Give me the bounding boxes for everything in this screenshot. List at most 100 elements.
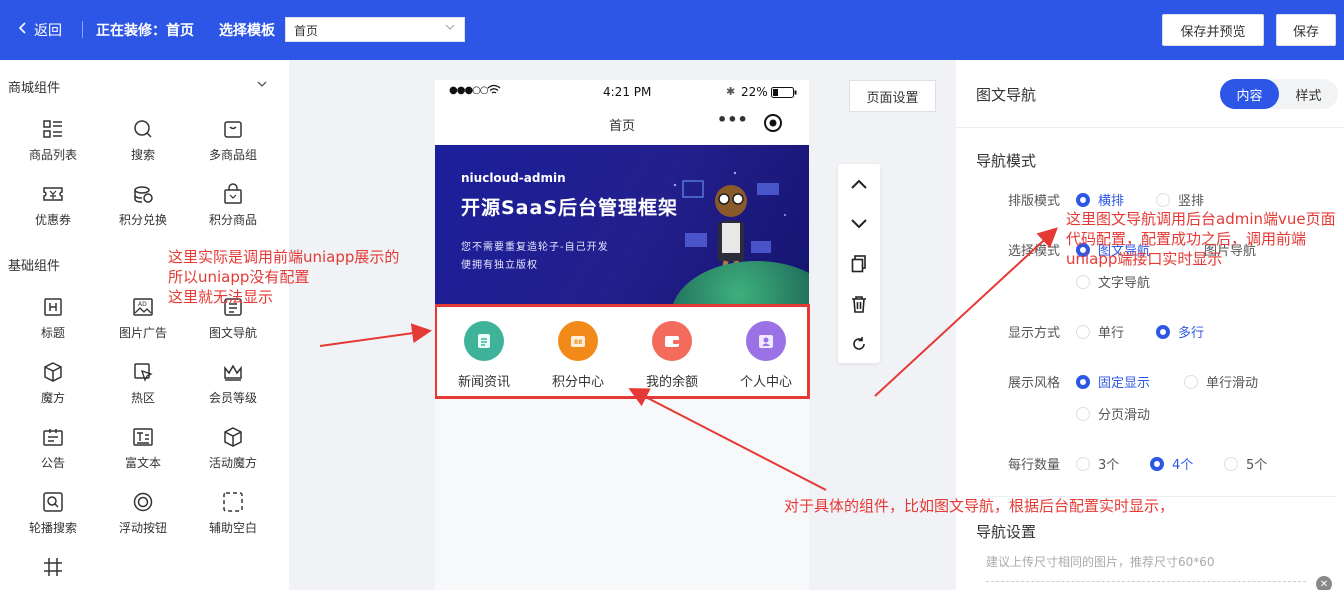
radio-text-nav[interactable]: 文字导航 xyxy=(1076,272,1150,291)
move-up-icon[interactable] xyxy=(838,164,880,204)
radio-dot xyxy=(1076,274,1090,289)
cube-icon xyxy=(42,361,64,383)
comp-float-button[interactable]: 浮动按钮 xyxy=(98,491,188,536)
comp-notice[interactable]: 公告 xyxy=(8,426,98,471)
radio-label: 5个 xyxy=(1246,458,1268,473)
rich-text-icon xyxy=(132,426,154,448)
display-mode-label: 显示方式 xyxy=(1008,326,1061,341)
component-toolbar xyxy=(838,164,880,363)
radio-dot xyxy=(1184,374,1198,389)
search-icon xyxy=(132,118,154,140)
close-icon[interactable]: ✕ xyxy=(1316,576,1332,590)
template-label: 选择模板 xyxy=(219,23,275,39)
banner-subtitle-2: 便拥有独立版权 xyxy=(461,260,538,271)
more-dots-icon[interactable]: ••• xyxy=(717,110,748,129)
radio-5-per-row[interactable]: 5个 xyxy=(1224,454,1267,473)
comp-member-level[interactable]: 会员等级 xyxy=(188,361,278,406)
radio-dot xyxy=(1076,374,1090,389)
group-title-mall: 商城组件 xyxy=(8,81,61,96)
nav-item-label: 个人中心 xyxy=(739,375,792,390)
comp-goods-list[interactable]: 商品列表 xyxy=(8,118,98,163)
radio-label: 单行滑动 xyxy=(1206,376,1259,391)
radio-horizontal[interactable]: 横排 xyxy=(1076,190,1124,209)
bluetooth-icon: ✱ xyxy=(726,85,736,98)
comp-rubik-cube[interactable]: 魔方 xyxy=(8,361,98,406)
save-preview-button[interactable]: 保存并预览 xyxy=(1162,14,1264,46)
comp-label: 优惠券 xyxy=(34,213,71,227)
signal-indicator: ●●●○○ xyxy=(449,85,489,96)
comp-blank-space[interactable]: 辅助空白 xyxy=(188,491,278,536)
page-settings-button[interactable]: 页面设置 xyxy=(849,80,936,112)
image-nav-component[interactable]: 新闻资讯 88 积分中心 我的余额 个人中心 xyxy=(435,305,809,398)
annotation-line: 代码配置，配置成功之后，调用前端 xyxy=(1066,230,1307,248)
tab-content[interactable]: 内容 xyxy=(1220,79,1279,109)
comp-coupon[interactable]: 优惠券 xyxy=(8,183,98,228)
divider xyxy=(956,127,1344,128)
battery-icon xyxy=(771,87,797,101)
copy-icon[interactable] xyxy=(838,244,880,284)
comp-title[interactable]: 标题 xyxy=(8,296,98,341)
cube-icon xyxy=(222,426,244,448)
radio-label: 4个 xyxy=(1172,458,1194,473)
annotation-left: 这里实际是调用前端uniapp展示的 所以uniapp没有配置 这里就无法显示 xyxy=(168,247,399,307)
target-icon[interactable] xyxy=(763,113,783,137)
comp-label: 活动魔方 xyxy=(208,456,257,470)
nav-item-points[interactable]: 88 积分中心 xyxy=(531,321,625,390)
radio-page-slide[interactable]: 分页滑动 xyxy=(1076,404,1150,423)
nav-item-news[interactable]: 新闻资讯 xyxy=(437,321,531,390)
save-button[interactable]: 保存 xyxy=(1276,14,1336,46)
status-time: 4:21 PM xyxy=(603,85,652,99)
comp-label: 公告 xyxy=(40,456,65,470)
comp-activity-cube[interactable]: 活动魔方 xyxy=(188,426,278,471)
nav-item-profile[interactable]: 个人中心 xyxy=(719,321,813,390)
group-title-basic: 基础组件 xyxy=(8,259,61,274)
news-icon xyxy=(464,321,504,361)
reset-icon[interactable] xyxy=(838,324,880,364)
comp-label: 浮动按钮 xyxy=(118,521,167,535)
radio-label: 单行 xyxy=(1098,326,1125,341)
nav-item-balance[interactable]: 我的余额 xyxy=(625,321,719,390)
coupon-icon xyxy=(42,183,64,205)
cards-icon xyxy=(222,118,244,140)
grid-hash-icon xyxy=(42,556,64,578)
radio-vertical[interactable]: 竖排 xyxy=(1156,190,1204,209)
comp-multi-goods[interactable]: 多商品组 xyxy=(188,118,278,163)
chevron-up-icon[interactable] xyxy=(256,78,268,92)
tab-style[interactable]: 样式 xyxy=(1279,79,1338,109)
banner-headline: 开源SaaS后台管理框架 xyxy=(461,197,679,219)
comp-search[interactable]: 搜索 xyxy=(98,118,188,163)
back-button[interactable]: 返回 xyxy=(18,20,62,40)
annotation-right: 这里图文导航调用后台admin端vue页面 代码配置，配置成功之后，调用前端 u… xyxy=(1066,209,1344,269)
upload-box-border xyxy=(986,581,1306,582)
banner-image[interactable]: niucloud-admin 开源SaaS后台管理框架 您不需要重复造轮子-自己… xyxy=(435,145,809,305)
layout-mode-label: 排版模式 xyxy=(1008,194,1061,209)
comp-rich-text[interactable]: 富文本 xyxy=(98,426,188,471)
carousel-search-icon xyxy=(42,491,64,513)
radio-multi-row[interactable]: 多行 xyxy=(1156,322,1204,341)
radio-fixed-display[interactable]: 固定显示 xyxy=(1076,372,1150,391)
comp-label: 积分商品 xyxy=(208,213,257,227)
divider xyxy=(82,21,83,38)
comp-points-goods[interactable]: 积分商品 xyxy=(188,183,278,228)
radio-single-row[interactable]: 单行 xyxy=(1076,322,1124,341)
radio-dot xyxy=(1150,456,1164,471)
radio-label: 横排 xyxy=(1098,194,1125,209)
comp-hotspot[interactable]: 热区 xyxy=(98,361,188,406)
delete-icon[interactable] xyxy=(838,284,880,324)
comp-more[interactable] xyxy=(8,556,98,584)
radio-4-per-row[interactable]: 4个 xyxy=(1150,454,1193,473)
comp-points-exchange[interactable]: 积分兑换 xyxy=(98,183,188,228)
radio-dot xyxy=(1076,456,1090,471)
back-label: 返回 xyxy=(34,23,62,39)
points-icon: 88 xyxy=(558,321,598,361)
comp-carousel-search[interactable]: 轮播搜索 xyxy=(8,491,98,536)
nav-item-label: 我的余额 xyxy=(645,375,698,390)
radio-dot xyxy=(1076,406,1090,421)
banner-brand: niucloud-admin xyxy=(461,171,566,185)
radio-3-per-row[interactable]: 3个 xyxy=(1076,454,1119,473)
template-select[interactable]: 首页 xyxy=(285,17,465,42)
radio-single-slide[interactable]: 单行滑动 xyxy=(1184,372,1258,391)
comp-label: 搜索 xyxy=(130,148,155,162)
annotation-bottom: 对于具体的组件，比如图文导航，根据后台配置实时显示， xyxy=(784,497,1175,515)
move-down-icon[interactable] xyxy=(838,204,880,244)
